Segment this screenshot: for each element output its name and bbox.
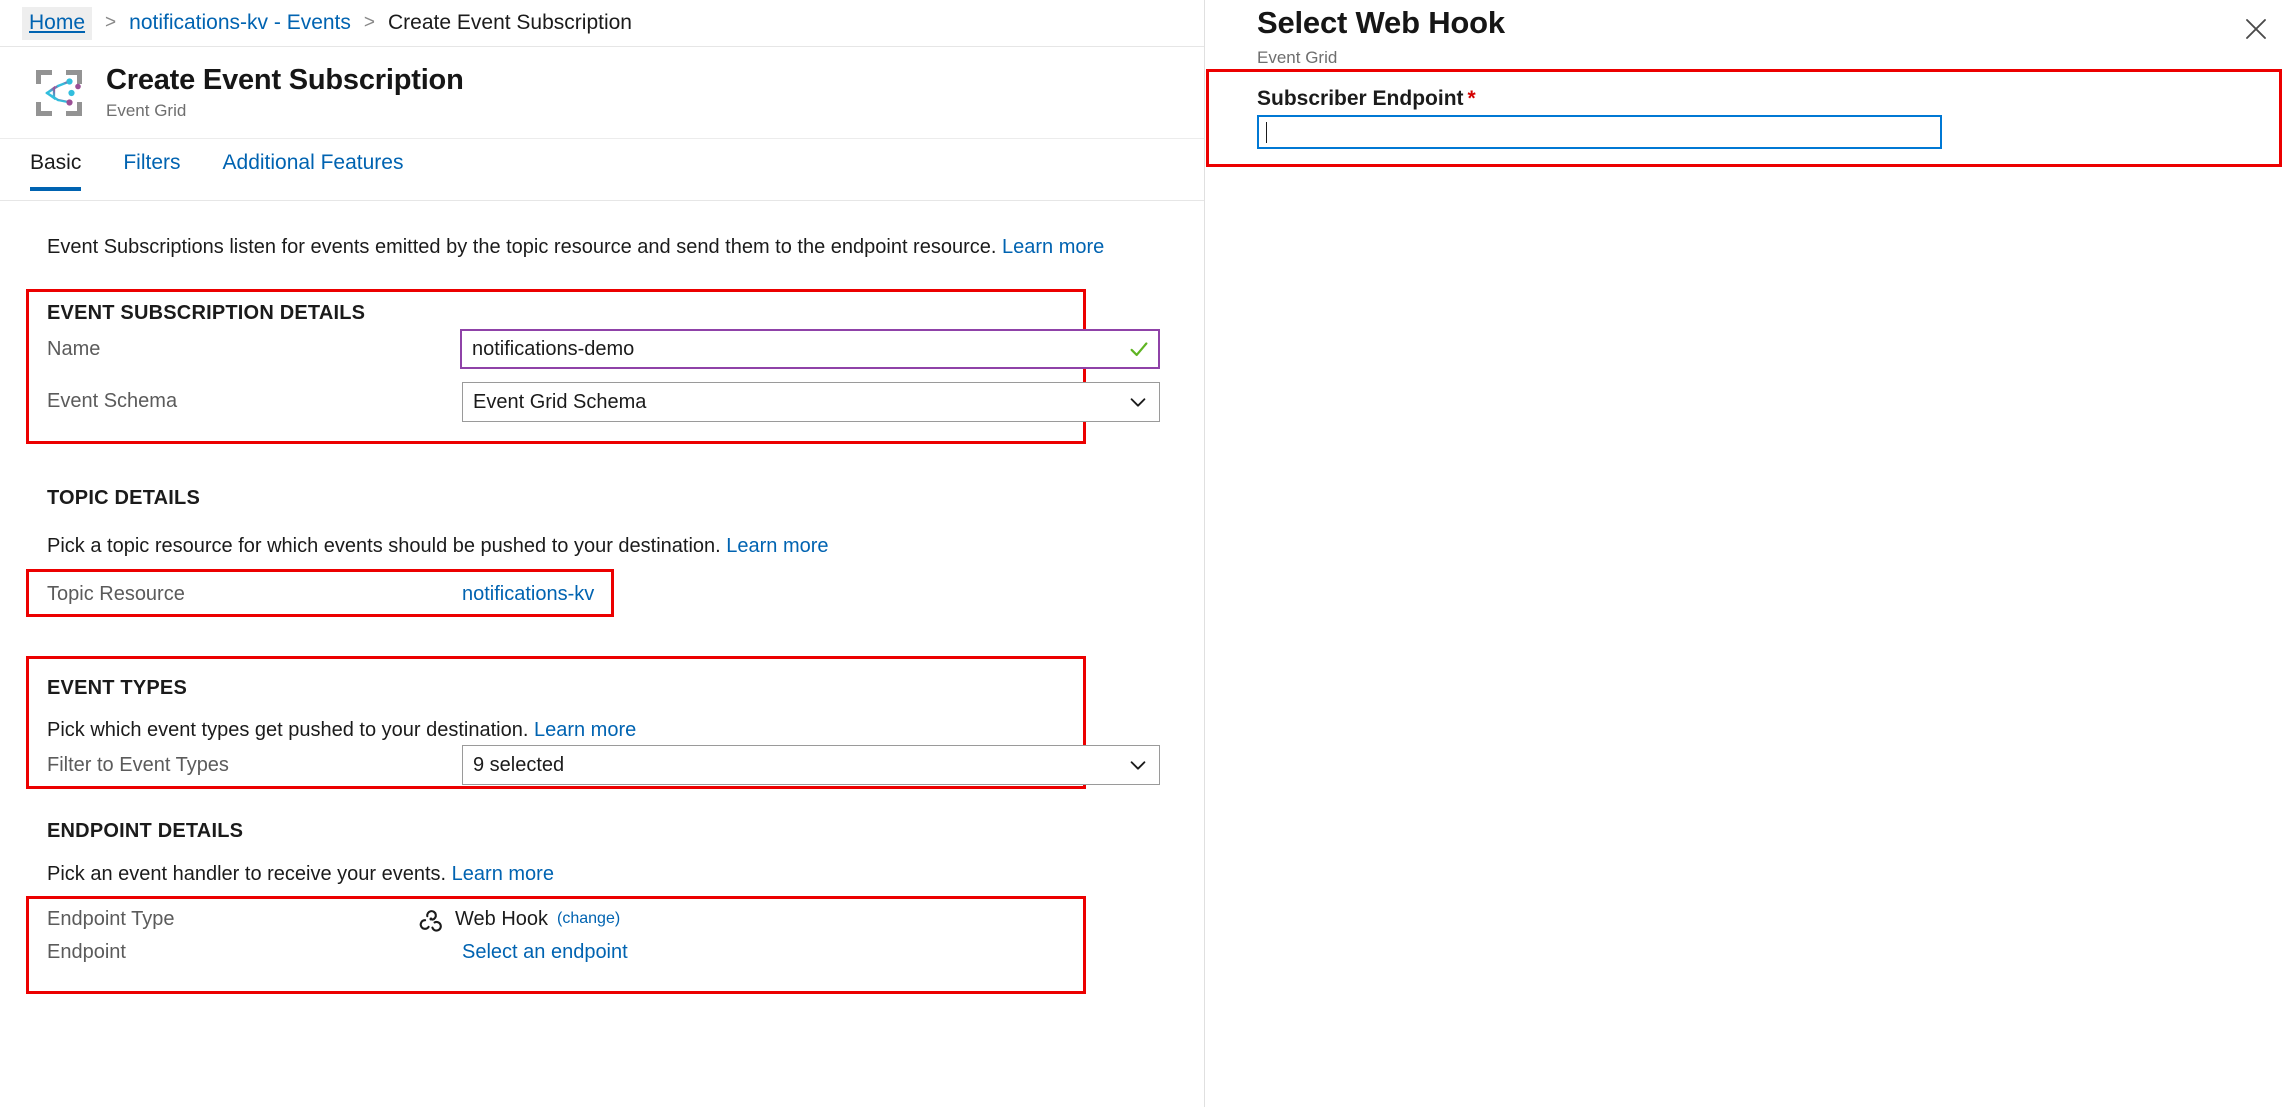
section-heading-topic-details: TOPIC DETAILS: [47, 487, 200, 509]
endpoint-type-label: Endpoint Type: [47, 908, 175, 930]
event-schema-label: Event Schema: [47, 390, 178, 412]
name-input-value: notifications-demo: [472, 337, 635, 360]
breadcrumb-current-page: Create Event Subscription: [388, 11, 632, 34]
breadcrumb-separator-2: >: [363, 12, 376, 33]
select-web-hook-subtitle: Event Grid: [1257, 48, 1338, 67]
webhook-icon: [419, 910, 442, 932]
topic-resource-label: Topic Resource: [47, 583, 185, 605]
close-panel-button[interactable]: [2233, 6, 2279, 52]
select-web-hook-title: Select Web Hook: [1257, 5, 1505, 40]
section-heading-event-types: EVENT TYPES: [47, 677, 188, 699]
azure-portal-screen: Home > notifications-kv - Events > Creat…: [0, 0, 2293, 1107]
endpoint-type-value: Web Hook: [455, 907, 549, 930]
intro-learn-more-link[interactable]: Learn more: [1002, 236, 1104, 258]
chevron-down-icon: [1130, 398, 1146, 407]
event-types-learn-more-link[interactable]: Learn more: [534, 719, 636, 741]
endpoint-details-description-text: Pick an event handler to receive your ev…: [47, 863, 452, 885]
topic-details-learn-more-link[interactable]: Learn more: [726, 535, 828, 557]
blade-header: Create Event Subscription Event Grid: [0, 47, 1204, 139]
page-title: Create Event Subscription: [106, 64, 464, 97]
event-schema-select[interactable]: Event Grid Schema: [462, 382, 1160, 422]
subscriber-endpoint-label-text: Subscriber Endpoint: [1257, 87, 1464, 110]
tab-basic[interactable]: Basic: [30, 139, 82, 191]
text-cursor: [1266, 121, 1267, 143]
intro-text-body: Event Subscriptions listen for events em…: [47, 236, 1002, 258]
tab-filters[interactable]: Filters: [123, 139, 180, 191]
name-label: Name: [47, 338, 101, 360]
breadcrumb: Home > notifications-kv - Events > Creat…: [0, 0, 1204, 47]
endpoint-details-description: Pick an event handler to receive your ev…: [47, 863, 554, 886]
breadcrumb-separator-1: >: [105, 12, 117, 33]
check-icon: [1130, 342, 1148, 357]
close-icon: [2246, 19, 2266, 39]
blade-title-group: Create Event Subscription Event Grid: [106, 64, 464, 120]
name-input[interactable]: notifications-demo: [460, 329, 1160, 369]
filter-event-types-value: 9 selected: [473, 753, 565, 776]
select-endpoint-link[interactable]: Select an endpoint: [462, 941, 628, 964]
filter-event-types-label: Filter to Event Types: [47, 754, 229, 776]
select-web-hook-panel: Select Web Hook Event Grid Subscriber En…: [1206, 0, 2293, 1107]
endpoint-label: Endpoint: [47, 941, 126, 963]
tab-bar: Basic Filters Additional Features: [0, 139, 1204, 201]
intro-description: Event Subscriptions listen for events em…: [47, 236, 1104, 259]
subscriber-endpoint-label: Subscriber Endpoint *: [1257, 87, 1476, 111]
select-web-hook-header: Select Web Hook Event Grid: [1206, 0, 2293, 75]
event-types-description-text: Pick which event types get pushed to you…: [47, 719, 534, 741]
tab-additional-features[interactable]: Additional Features: [223, 139, 404, 191]
endpoint-type-value-row: Web Hook (change): [418, 906, 620, 932]
section-heading-endpoint-details: ENDPOINT DETAILS: [47, 820, 244, 842]
create-event-subscription-blade: Home > notifications-kv - Events > Creat…: [0, 0, 1205, 1107]
page-subtitle: Event Grid: [106, 100, 187, 120]
subscriber-endpoint-input[interactable]: [1257, 115, 1942, 149]
endpoint-type-change-link[interactable]: (change): [557, 910, 620, 928]
endpoint-details-learn-more-link[interactable]: Learn more: [452, 863, 554, 885]
section-heading-subscription-details: EVENT SUBSCRIPTION DETAILS: [47, 302, 366, 324]
chevron-down-icon: [1130, 761, 1146, 770]
topic-resource-value-link[interactable]: notifications-kv: [462, 583, 594, 606]
required-marker: *: [1467, 87, 1476, 110]
topic-details-description-text: Pick a topic resource for which events s…: [47, 535, 727, 557]
breadcrumb-home-link[interactable]: Home: [22, 6, 93, 40]
topic-details-description: Pick a topic resource for which events s…: [47, 535, 829, 558]
event-grid-icon: [36, 69, 82, 116]
event-schema-value: Event Grid Schema: [473, 390, 647, 413]
event-types-description: Pick which event types get pushed to you…: [47, 719, 636, 742]
breadcrumb-resource-link[interactable]: notifications-kv - Events: [129, 11, 351, 35]
filter-event-types-select[interactable]: 9 selected: [462, 745, 1160, 785]
blade-content: Event Subscriptions listen for events em…: [0, 201, 1204, 1107]
